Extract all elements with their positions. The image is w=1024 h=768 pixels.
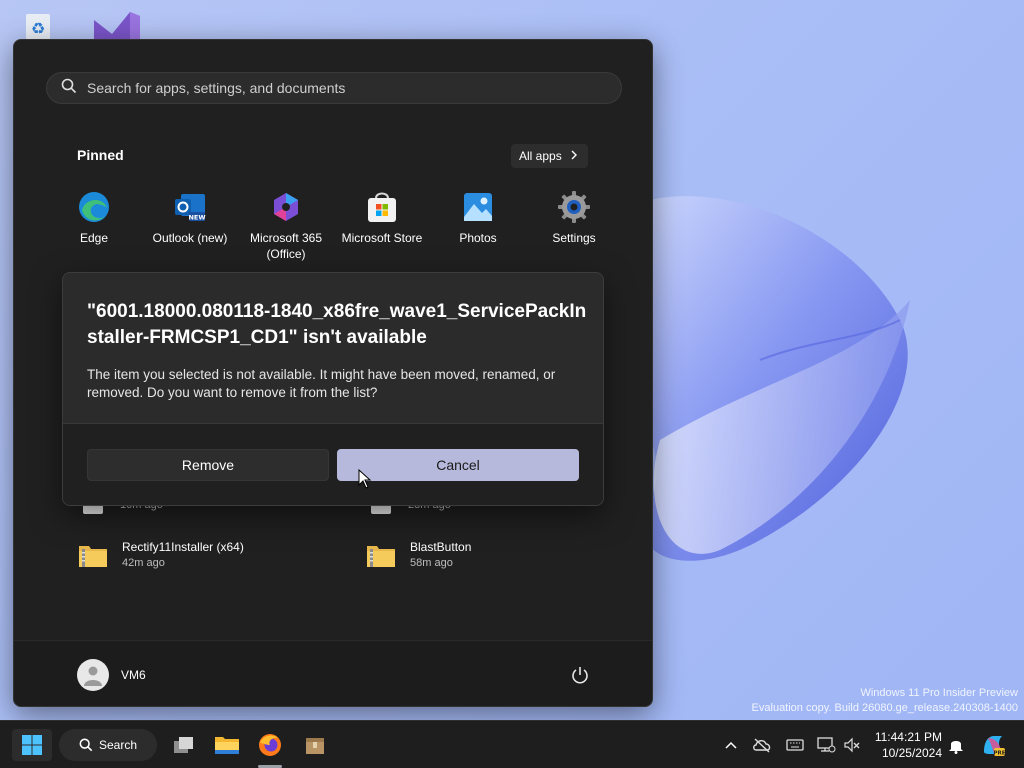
pinned-app-photos[interactable]: Photos — [430, 190, 526, 262]
power-button[interactable] — [570, 665, 590, 685]
task-view-icon — [174, 737, 193, 753]
chevron-up-icon[interactable] — [721, 735, 741, 755]
pinned-app-outlook[interactable]: NEW Outlook (new) — [142, 190, 238, 262]
user-name: VM6 — [121, 668, 146, 682]
search-icon — [79, 738, 93, 752]
edge-icon — [77, 190, 111, 224]
recommended-item[interactable]: BlastButton 58m ago — [366, 539, 471, 571]
taskbar-search-label: Search — [98, 738, 138, 752]
photos-icon — [461, 190, 495, 224]
file-explorer-button[interactable] — [210, 729, 244, 761]
dialog-message: The item you selected is not available. … — [87, 367, 556, 400]
recommended-item-time: 58m ago — [410, 557, 453, 569]
windows-logo-icon — [22, 735, 42, 755]
store-icon — [365, 190, 399, 224]
clock[interactable]: 11:44:21 PM 10/25/2024 — [866, 729, 942, 761]
dialog-button-bar: Remove Cancel — [63, 423, 603, 505]
pinned-app-microsoft-store[interactable]: Microsoft Store — [334, 190, 430, 262]
user-icon — [84, 666, 102, 686]
settings-icon — [557, 190, 591, 224]
recycle-bin-icon[interactable]: ♻ — [20, 10, 56, 40]
item-unavailable-dialog: "6001.18000.080118-1840_x86fre_wave1_Ser… — [62, 272, 604, 506]
cancel-button[interactable]: Cancel — [337, 449, 579, 481]
firefox-button[interactable] — [253, 729, 287, 761]
volume-muted-icon[interactable] — [842, 735, 862, 755]
pinned-apps: Edge NEW Outlook (new) Microsoft 365 (Of… — [46, 190, 622, 262]
search-icon — [61, 78, 77, 99]
svg-text:♻: ♻ — [31, 19, 45, 38]
pinned-app-edge[interactable]: Edge — [46, 190, 142, 262]
user-account-button[interactable]: VM6 — [77, 659, 146, 691]
mouse-cursor — [358, 469, 372, 489]
recommended-item-time: 42m ago — [122, 557, 165, 569]
pinned-app-label: Photos — [459, 231, 497, 245]
dialog-title: "6001.18000.080118-1840_x86fre_wave1_Ser… — [87, 301, 587, 348]
recommended-item-name: BlastButton — [410, 540, 472, 554]
pinned-app-label: Edge — [79, 231, 109, 245]
folder-icon — [215, 737, 239, 754]
pinned-app-settings[interactable]: Settings — [526, 190, 622, 262]
remove-button[interactable]: Remove — [87, 449, 329, 481]
pinned-app-label: Microsoft 365 (Office) — [249, 231, 323, 261]
chevron-right-icon — [570, 149, 578, 163]
pinned-title: Pinned — [77, 147, 124, 163]
clock-time: 11:44:21 PM — [874, 730, 942, 744]
svg-text:PRE: PRE — [993, 751, 1005, 757]
svg-text:NEW: NEW — [188, 214, 205, 222]
search-input[interactable] — [87, 80, 587, 96]
pinned-app-microsoft-365[interactable]: Microsoft 365 (Office) — [238, 190, 334, 262]
pinned-app-label: Outlook (new) — [152, 231, 228, 245]
package-icon — [306, 738, 324, 754]
notification-bell-icon[interactable] — [946, 735, 966, 755]
package-app-button[interactable] — [298, 729, 332, 761]
zip-folder-icon — [367, 546, 395, 567]
start-button[interactable] — [12, 729, 52, 761]
recommended-item[interactable]: Rectify11Installer (x64) 42m ago — [78, 539, 244, 571]
taskbar-search-button[interactable]: Search — [59, 729, 157, 761]
avatar — [77, 659, 109, 691]
zip-folder-icon — [79, 546, 107, 567]
all-apps-label: All apps — [519, 149, 562, 163]
network-icon[interactable] — [816, 735, 836, 755]
watermark: Windows 11 Pro Insider Preview Evaluatio… — [752, 686, 1018, 716]
keyboard-icon[interactable] — [785, 735, 805, 755]
microsoft-365-icon — [269, 190, 303, 224]
visual-studio-icon[interactable] — [92, 8, 142, 40]
all-apps-button[interactable]: All apps — [511, 144, 588, 168]
copilot-icon[interactable]: PRE — [980, 732, 1006, 758]
firefox-icon — [259, 734, 281, 756]
watermark-line-1: Windows 11 Pro Insider Preview — [860, 687, 1018, 699]
outlook-icon: NEW — [173, 190, 207, 224]
start-footer: VM6 — [14, 640, 652, 706]
taskbar: Search 11:44:21 PM 10/25/2024 PRE — [0, 720, 1024, 768]
task-view-button[interactable] — [168, 729, 200, 761]
recommended-item-name: Rectify11Installer (x64) — [122, 540, 244, 554]
start-search-box[interactable] — [46, 72, 622, 104]
power-icon — [572, 667, 588, 684]
pinned-app-label: Settings — [552, 231, 596, 245]
clock-date: 10/25/2024 — [881, 746, 942, 760]
watermark-line-2: Evaluation copy. Build 26080.ge_release.… — [751, 702, 1018, 714]
pinned-app-label: Microsoft Store — [341, 231, 423, 245]
onedrive-offline-icon[interactable] — [752, 735, 772, 755]
